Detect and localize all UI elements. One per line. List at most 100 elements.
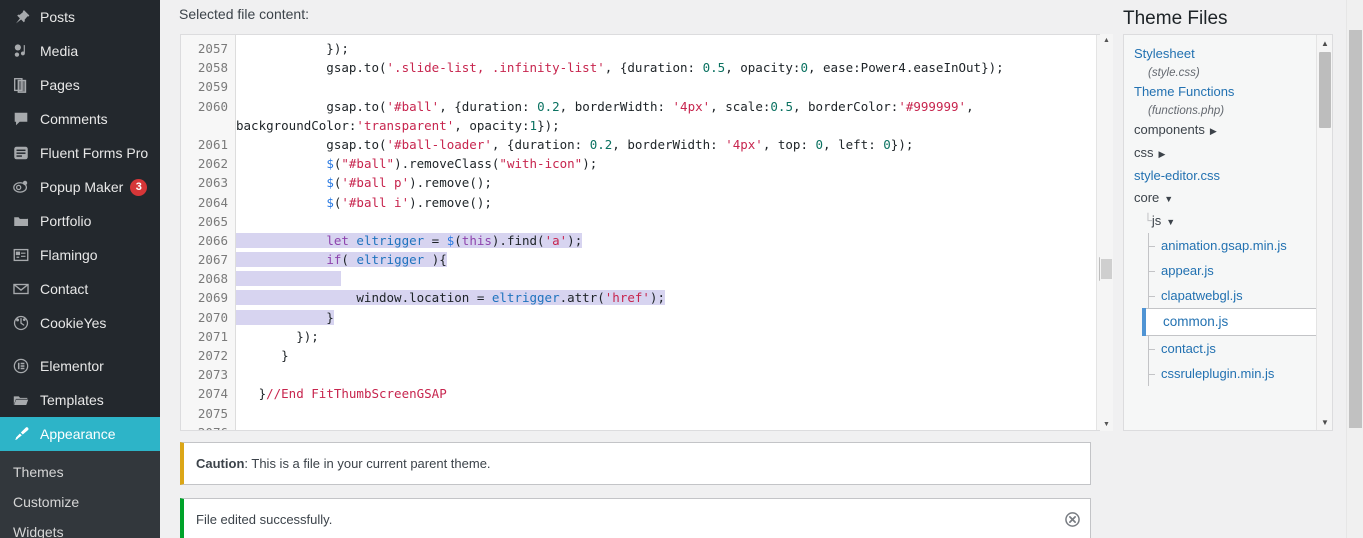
theme-file-label[interactable]: clapatwebgl.js [1152,288,1243,303]
code-line[interactable]: } [236,308,1098,327]
file-list-vertical-scrollbar[interactable]: ▲ ▼ [1316,35,1332,430]
theme-file-link[interactable]: style-editor.css [1134,165,1318,187]
sidebar-item-media[interactable]: Media [0,34,160,68]
browser-scrollbar-thumb[interactable] [1349,30,1362,428]
theme-file-item[interactable]: clapatwebgl.js [1134,283,1318,308]
theme-folder-row[interactable]: css ▶ [1134,142,1318,165]
theme-file-item[interactable]: contact.js [1134,336,1318,361]
code-line[interactable]: let eltrigger = $(this).find('a'); [236,231,1098,250]
sidebar-item-posts[interactable]: Posts [0,0,160,34]
code-text-area[interactable]: }); gsap.to('.slide-list, .infinity-list… [236,35,1098,430]
theme-file-label[interactable]: style-editor.css [1134,168,1220,183]
code-token: '#ball-loader' [386,136,492,152]
code-editor[interactable]: 2057 2058 2059 2060 2061 2062 2063 2064 2065 2066… [180,34,1113,431]
tree-hook-icon [1148,270,1155,272]
code-line[interactable]: if( eltrigger ){ [236,250,1098,269]
sidebar-item-cookieyes[interactable]: CookieYes [0,306,160,340]
chevron-right-icon[interactable]: ▶ [1159,143,1166,165]
theme-folder-row[interactable]: └js ▼ [1134,210,1318,233]
sidebar-item-fluent-forms-pro[interactable]: Fluent Forms Pro [0,136,160,170]
theme-file-label[interactable]: contact.js [1152,341,1216,356]
strip-up-arrow-icon[interactable]: ▲ [1100,34,1113,47]
submenu-item-customize[interactable]: Customize [0,487,160,517]
code-token: 1 [529,117,538,133]
sidebar-item-label: Appearance [40,426,116,442]
code-line[interactable]: $('#ball i').remove(); [236,193,1098,212]
dismiss-notice-icon[interactable] [1062,510,1082,530]
theme-folder-row[interactable]: core ▼ [1134,187,1318,210]
line-number: 2065 [197,213,228,229]
sidebar-item-label: Pages [40,77,80,93]
code-line[interactable] [236,404,1098,423]
theme-file-label[interactable]: common.js [1153,314,1228,329]
chevron-down-icon[interactable]: ▼ [1164,188,1173,210]
theme-file-link[interactable]: Stylesheet [1134,43,1318,65]
sidebar-item-portfolio[interactable]: Portfolio [0,204,160,238]
secondary-scroll-strip[interactable]: ▲ ▼ [1100,34,1113,431]
code-token: 0.5 [770,98,793,114]
theme-folder-label[interactable]: core [1134,190,1159,205]
file-list-scroll-up-arrow-icon[interactable]: ▲ [1317,35,1332,51]
sidebar-item-label: CookieYes [40,315,107,331]
chevron-right-icon[interactable]: ▶ [1210,120,1217,142]
strip-scrollbar-thumb[interactable] [1101,259,1112,279]
code-token: $ [326,175,334,191]
appearance-submenu: Themes Customize Widgets [0,451,160,538]
code-line[interactable]: }//End FitThumbScreenGSAP [236,384,1098,403]
sidebar-item-elementor[interactable]: Elementor [0,349,160,383]
theme-file-item[interactable]: appear.js [1134,258,1318,283]
theme-file-label[interactable]: Theme Functions [1134,84,1234,99]
theme-file-label[interactable]: cssruleplugin.min.js [1152,366,1274,381]
file-list-scrollbar-thumb[interactable] [1319,52,1331,128]
theme-file-item[interactable]: animation.gsap.min.js [1134,233,1318,258]
sidebar-item-popup-maker[interactable]: Popup Maker 3 [0,170,160,204]
code-line[interactable]: gsap.to('#ball', {duration: 0.2, borderW… [236,97,1098,135]
code-token: 0.2 [589,136,613,152]
code-line[interactable]: gsap.to('.slide-list, .infinity-list', {… [236,58,1098,77]
theme-file-item[interactable]: cssruleplugin.min.js [1134,361,1318,386]
browser-vertical-scrollbar[interactable] [1346,0,1363,538]
code-line[interactable] [236,269,1098,288]
strip-down-arrow-icon[interactable]: ▼ [1100,418,1113,431]
file-list-scroll-down-arrow-icon[interactable]: ▼ [1317,414,1332,430]
code-token: gsap.to( [236,136,387,152]
theme-folder-label[interactable]: js [1152,213,1161,228]
theme-folder-row[interactable]: components ▶ [1134,119,1318,142]
line-number: 2060 [197,98,228,114]
code-token: , {duration: [604,60,703,76]
theme-file-label[interactable]: appear.js [1152,263,1214,278]
submenu-item-widgets[interactable]: Widgets [0,517,160,538]
code-token: let [326,232,349,248]
sidebar-item-label: Posts [40,9,76,25]
code-line[interactable] [236,365,1098,384]
sidebar-item-pages[interactable]: Pages [0,68,160,102]
code-line[interactable] [236,212,1098,231]
sidebar-item-templates[interactable]: Templates [0,383,160,417]
chevron-down-icon[interactable]: ▼ [1166,211,1175,233]
sidebar-item-flamingo[interactable]: Flamingo [0,238,160,272]
line-number: 2067 [197,252,228,268]
theme-folder-label[interactable]: components [1134,122,1205,137]
theme-file-link[interactable]: Theme Functions [1134,81,1318,103]
code-token: ); [567,232,583,248]
sidebar-item-contact[interactable]: Contact [0,272,160,306]
code-line[interactable]: }); [236,39,1098,58]
sidebar-item-comments[interactable]: Comments [0,102,160,136]
code-line[interactable]: gsap.to('#ball-loader', {duration: 0.2, … [236,135,1098,154]
code-line[interactable] [236,77,1098,96]
sidebar-item-appearance[interactable]: Appearance [0,417,160,451]
code-line[interactable]: } [236,346,1098,365]
code-line[interactable]: window.location = eltrigger.attr('href')… [236,288,1098,307]
theme-file-label[interactable]: Stylesheet [1134,46,1195,61]
code-editor-inner[interactable]: 2057 2058 2059 2060 2061 2062 2063 2064 2065 2066… [181,35,1098,430]
theme-file-label[interactable]: animation.gsap.min.js [1152,238,1287,253]
theme-folder-label[interactable]: css [1134,145,1154,160]
code-line[interactable] [236,423,1098,430]
theme-file-item-selected[interactable]: common.js [1142,308,1318,336]
code-line[interactable]: $("#ball").removeClass("with-icon"); [236,154,1098,173]
code-line[interactable]: $('#ball p').remove(); [236,173,1098,192]
line-number: 2057 [197,41,228,56]
wordpress-theme-editor-page: Posts Media Pages Comments Fluent Forms Pro P… [0,0,1363,538]
submenu-item-themes[interactable]: Themes [0,457,160,487]
code-line[interactable]: }); [236,327,1098,346]
